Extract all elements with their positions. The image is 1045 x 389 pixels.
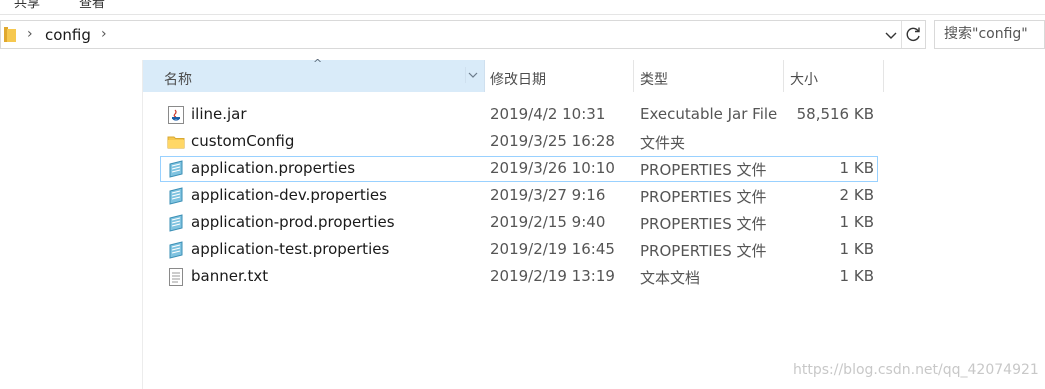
ribbon: 共享 查看 (0, 0, 1045, 15)
file-row-application-properties[interactable]: application.properties 2019/3/26 10:10 P… (160, 156, 878, 182)
column-header-date[interactable]: 修改日期 (484, 60, 634, 92)
column-header-name-label: 名称 (164, 72, 192, 88)
file-row-iline-jar[interactable]: iline.jar 2019/4/2 10:31 Executable Jar … (160, 102, 878, 128)
search-box[interactable] (934, 20, 1045, 49)
properties-file-icon (169, 214, 183, 232)
file-row-application-dev-properties[interactable]: application-dev.properties 2019/3/27 9:1… (160, 183, 878, 209)
properties-file-icon (169, 160, 183, 178)
column-header-type[interactable]: 类型 (633, 60, 784, 92)
text-file-icon (169, 268, 183, 286)
ribbon-tab-share[interactable]: 共享 (14, 0, 40, 11)
breadcrumb-config[interactable]: config (45, 26, 91, 44)
ribbon-tab-view[interactable]: 查看 (79, 0, 105, 11)
chevron-down-icon[interactable] (883, 26, 899, 44)
file-row-customconfig[interactable]: customConfig 2019/3/25 16:28 文件夹 (160, 129, 878, 155)
search-input[interactable] (935, 21, 1045, 47)
jar-file-icon (168, 106, 184, 124)
properties-file-icon (169, 187, 183, 205)
file-row-application-prod-properties[interactable]: application-prod.properties 2019/2/15 9:… (160, 210, 878, 236)
refresh-icon[interactable] (901, 21, 926, 48)
file-row-banner-txt[interactable]: banner.txt 2019/2/19 13:19 文本文档 1 KB (160, 264, 878, 290)
column-header-size[interactable]: 大小 (783, 60, 884, 92)
address-bar[interactable]: › config › (0, 20, 926, 49)
folder-icon (4, 27, 16, 42)
properties-file-icon (169, 241, 183, 259)
watermark: https://blog.csdn.net/qq_42074921 (793, 362, 1039, 378)
file-list: ^ 名称 修改日期 类型 大小 iline.jar 2019/4/2 10:31… (142, 57, 884, 389)
folder-icon (167, 136, 185, 149)
chevron-right-icon[interactable]: › (101, 26, 107, 42)
sort-ascending-icon: ^ (313, 57, 323, 70)
chevron-right-icon[interactable]: › (27, 26, 33, 42)
column-header-name[interactable]: ^ 名称 (143, 57, 485, 92)
chevron-down-icon[interactable] (465, 67, 480, 83)
file-row-application-test-properties[interactable]: application-test.properties 2019/2/19 16… (160, 237, 878, 263)
